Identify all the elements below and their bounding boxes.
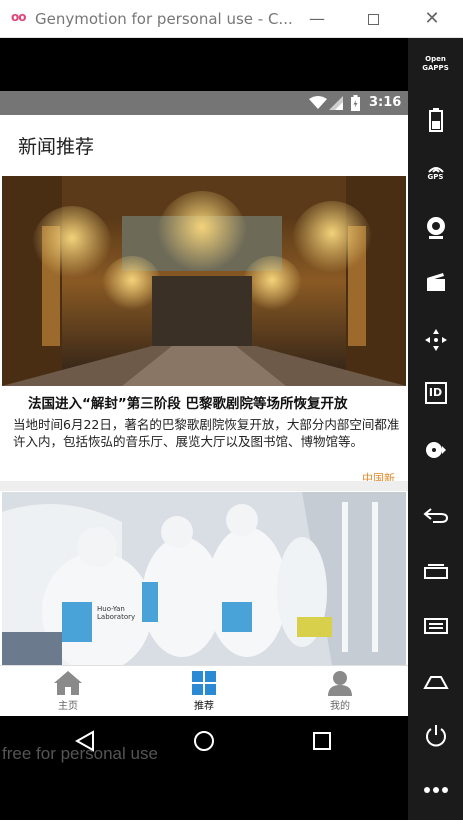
news-feed[interactable]: 法国进入“解封”第三阶段 巴黎歌剧院等场所恢复开放 当地时间6月22日，著名的巴… xyxy=(0,175,408,665)
page-title: 新闻推荐 xyxy=(18,136,95,158)
home-key-icon xyxy=(422,676,449,689)
back-key-button[interactable] xyxy=(408,506,463,524)
id-icon: ID xyxy=(424,382,447,404)
news-summary: 当地时间6月22日，著名的巴黎歌剧院恢复开放，大部分内部空间都准许入内，包括恢弘… xyxy=(13,417,400,449)
home-key-button[interactable] xyxy=(408,674,463,690)
battery-icon xyxy=(351,95,360,111)
webcam-button[interactable] xyxy=(408,216,463,240)
home-icon xyxy=(54,671,82,695)
opengapps-label: Open GAPPS xyxy=(422,55,449,72)
android-screen: 3:16 新闻推荐 法国进入“解封”第三阶段 巴黎歌剧院等场所恢复开放 当地时间… xyxy=(0,91,408,716)
genymotion-tool-panel: Open GAPPS GPS ID xyxy=(408,38,463,820)
person-icon xyxy=(328,671,352,696)
news-image: Huo-Yan Laboratory xyxy=(2,492,406,665)
nav-profile[interactable]: 我的 xyxy=(272,666,408,716)
jacket-text: Huo-Yan Laboratory xyxy=(97,605,136,621)
wifi-icon xyxy=(309,96,327,109)
battery-tool-icon xyxy=(428,108,443,132)
gps-label: GPS xyxy=(427,173,444,181)
nav-profile-label: 我的 xyxy=(330,701,350,712)
window-title: Genymotion for personal use - C... xyxy=(35,10,293,28)
undo-back-icon xyxy=(422,508,448,523)
screencast-button[interactable] xyxy=(408,272,463,292)
genymotion-logo: oo xyxy=(11,10,26,24)
disk-icon xyxy=(425,442,446,458)
app-bar: 新闻推荐 xyxy=(0,115,408,175)
close-button[interactable]: ✕ xyxy=(419,8,445,30)
device-id-button[interactable]: ID xyxy=(408,382,463,404)
status-time: 3:16 xyxy=(369,95,402,110)
status-bar: 3:16 xyxy=(0,91,408,115)
home-button-icon[interactable] xyxy=(193,730,215,752)
news-card[interactable]: 法国进入“解封”第三阶段 巴黎歌剧院等场所恢复开放 当地时间6月22日，著名的巴… xyxy=(0,175,408,485)
more-options-button[interactable] xyxy=(408,786,463,794)
recents-icon[interactable] xyxy=(313,732,331,750)
signal-icon xyxy=(329,96,343,110)
menu-icon xyxy=(423,618,448,634)
disk-io-button[interactable] xyxy=(408,440,463,460)
news-headline[interactable]: 法国进入“解封”第三阶段 巴黎歌剧院等场所恢复开放 xyxy=(28,392,347,412)
gps-button[interactable]: GPS xyxy=(408,163,463,181)
id-label: ID xyxy=(428,386,443,399)
news-card[interactable]: Huo-Yan Laboratory xyxy=(0,491,408,665)
recent-apps-icon xyxy=(423,564,448,579)
menu-key-button[interactable] xyxy=(408,617,463,635)
power-button[interactable] xyxy=(408,723,463,749)
minimize-button[interactable]: — xyxy=(304,8,330,30)
card-divider xyxy=(0,481,408,491)
nav-recommend[interactable]: 推荐 xyxy=(136,666,272,716)
news-image xyxy=(2,176,406,386)
nav-recommend-label: 推荐 xyxy=(194,701,214,712)
window-title-bar: oo Genymotion for personal use - C... — … xyxy=(0,0,463,38)
maximize-button[interactable] xyxy=(360,8,386,30)
watermark: free for personal use xyxy=(2,744,158,763)
power-icon xyxy=(425,725,446,747)
recent-apps-key-button[interactable] xyxy=(408,562,463,580)
grid-icon xyxy=(192,671,216,695)
dpad-button[interactable] xyxy=(408,328,463,352)
nav-home-label: 主页 xyxy=(58,701,78,712)
webcam-icon xyxy=(426,217,445,239)
opengapps-button[interactable]: Open GAPPS xyxy=(408,55,463,73)
clapperboard-icon xyxy=(426,273,445,291)
battery-tool-button[interactable] xyxy=(408,108,463,132)
bottom-navigation: 主页 推荐 我的 xyxy=(0,665,408,716)
dpad-icon xyxy=(424,329,447,351)
gps-signal-icon xyxy=(427,167,444,173)
more-dots-icon xyxy=(423,787,448,793)
nav-home[interactable]: 主页 xyxy=(0,666,136,716)
